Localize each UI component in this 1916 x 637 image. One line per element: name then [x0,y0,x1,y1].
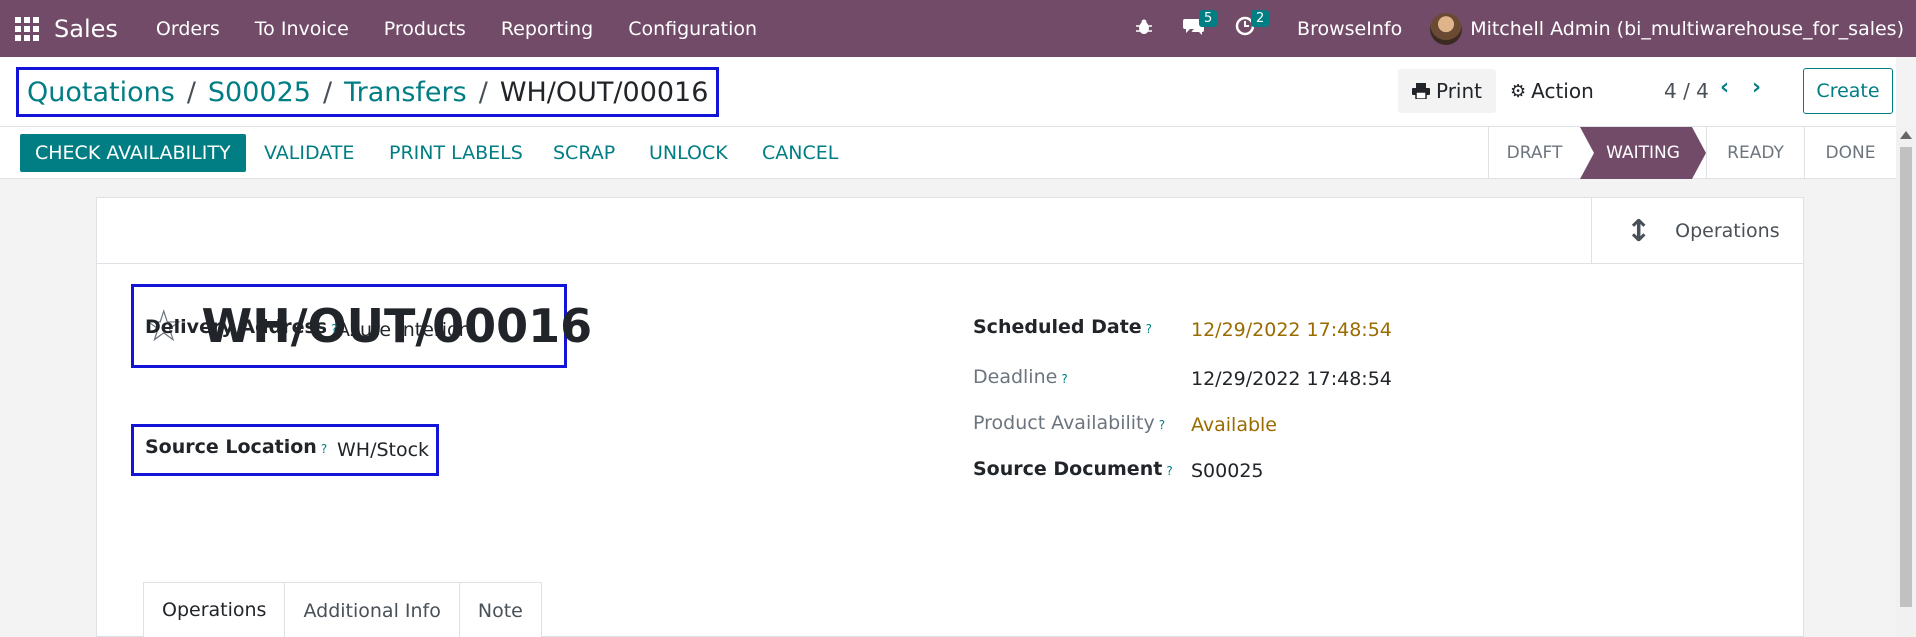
activities-clock-icon[interactable]: 2 [1235,10,1270,41]
app-name[interactable]: Sales [54,15,118,43]
form-sheet: ↕ Operations ☆ WH/OUT/00016 Delivery Add… [96,197,1804,637]
help-tooltip-icon[interactable]: ? [1146,322,1152,336]
operations-smart-button[interactable]: ↕ Operations [1591,198,1803,264]
breadcrumb-separator: / [478,76,488,108]
scrap-button[interactable]: SCRAP [553,134,615,172]
pager-next-icon[interactable]: › [1752,75,1761,100]
product-availability-label: Product Availability ? [973,412,1165,434]
messages-chat-icon[interactable]: 5 [1183,10,1218,41]
tab-note[interactable]: Note [458,582,542,637]
menu-to-invoice[interactable]: To Invoice [255,18,349,40]
company-switcher[interactable]: BrowseInfo [1297,18,1402,40]
stage-draft[interactable]: DRAFT [1488,127,1580,179]
print-label: Print [1436,79,1483,103]
help-tooltip-icon[interactable]: ? [1159,418,1165,432]
check-availability-button[interactable]: CHECK AVAILABILITY [20,134,246,172]
source-location-label-text: Source Location [145,436,317,458]
menu-configuration[interactable]: Configuration [628,18,757,40]
breadcrumb-transfers[interactable]: Transfers [344,77,467,108]
stage-done[interactable]: DONE [1804,127,1896,179]
tab-operations[interactable]: Operations [143,582,286,637]
form-statusbar: CHECK AVAILABILITY VALIDATE PRINT LABELS… [0,127,1896,179]
control-panel: Quotations / S00025 / Transfers / WH/OUT… [0,57,1896,127]
notebook-tabs: Operations Additional Info Note [143,582,542,637]
breadcrumb-current: WH/OUT/00016 [499,76,709,108]
deadline-label-text: Deadline [973,366,1058,388]
print-button[interactable]: Print [1398,69,1497,113]
stage-ready[interactable]: READY [1706,127,1804,179]
print-labels-button[interactable]: PRINT LABELS [389,134,523,172]
tab-additional-info[interactable]: Additional Info [284,582,460,637]
source-document-label: Source Document ? [973,458,1173,480]
stage-waiting[interactable]: WAITING [1580,127,1706,179]
menu-products[interactable]: Products [384,18,466,40]
breadcrumb-separator: / [322,76,333,108]
user-avatar[interactable] [1430,12,1463,45]
source-location-value[interactable]: WH/Stock [337,439,429,461]
user-menu[interactable]: Mitchell Admin (bi_multiwarehouse_for_sa… [1470,18,1904,40]
source-document-value[interactable]: S00025 [1191,460,1264,482]
debug-bug-icon[interactable] [1135,17,1153,41]
breadcrumb-sale-order[interactable]: S00025 [208,77,311,108]
product-availability-value: Available [1191,414,1278,436]
scheduled-date-value[interactable]: 12/29/2022 17:48:54 [1191,319,1392,341]
action-button[interactable]: ⚙ Action [1496,69,1608,113]
pager-value[interactable]: 4 / 4 [1664,79,1709,103]
menu-reporting[interactable]: Reporting [501,18,593,40]
delivery-address-value[interactable]: Azure Interior [337,319,466,341]
delivery-address-label: Delivery Address ? [145,316,337,338]
unlock-button[interactable]: UNLOCK [649,134,728,172]
stage-pipeline: DRAFT WAITING READY DONE [1488,127,1896,179]
messages-badge: 5 [1199,10,1218,27]
cancel-button[interactable]: CANCEL [762,134,838,172]
vertical-scrollbar[interactable] [1896,127,1916,637]
breadcrumb: Quotations / S00025 / Transfers / WH/OUT… [16,67,720,117]
apps-grid-icon[interactable] [14,16,40,42]
navbar-systray: 5 2 BrowseInfo Mitchell Admin (bi_multiw… [1105,0,1904,57]
deadline-label: Deadline ? [973,366,1068,388]
scroll-up-arrow-icon[interactable] [1900,131,1912,139]
help-tooltip-icon[interactable]: ? [321,442,327,456]
breadcrumb-quotations[interactable]: Quotations [27,77,175,108]
help-tooltip-icon[interactable]: ? [1061,372,1067,386]
pager-previous-icon[interactable]: ‹ [1720,75,1729,100]
operations-smart-label: Operations [1675,220,1780,242]
activities-badge: 2 [1251,10,1270,27]
scheduled-date-label: Scheduled Date ? [973,316,1152,338]
create-button[interactable]: Create [1803,68,1893,114]
gear-icon: ⚙ [1510,80,1527,102]
validate-button[interactable]: VALIDATE [264,134,354,172]
menu-orders[interactable]: Orders [156,18,220,40]
source-location-label: Source Location ? [145,436,327,458]
printer-icon [1412,83,1430,99]
breadcrumb-separator: / [186,76,196,108]
vertical-arrows-icon: ↕ [1626,213,1652,249]
help-tooltip-icon[interactable]: ? [1166,464,1172,478]
smart-button-box: ↕ Operations [97,198,1803,264]
scroll-thumb[interactable] [1900,147,1912,607]
deadline-value[interactable]: 12/29/2022 17:48:54 [1191,368,1392,390]
scheduled-date-label-text: Scheduled Date [973,316,1142,338]
top-navbar: Sales Orders To Invoice Products Reporti… [0,0,1916,57]
source-document-label-text: Source Document [973,458,1163,480]
product-availability-label-text: Product Availability [973,412,1155,434]
action-label: Action [1531,79,1594,103]
delivery-address-label-text: Delivery Address [145,316,328,338]
